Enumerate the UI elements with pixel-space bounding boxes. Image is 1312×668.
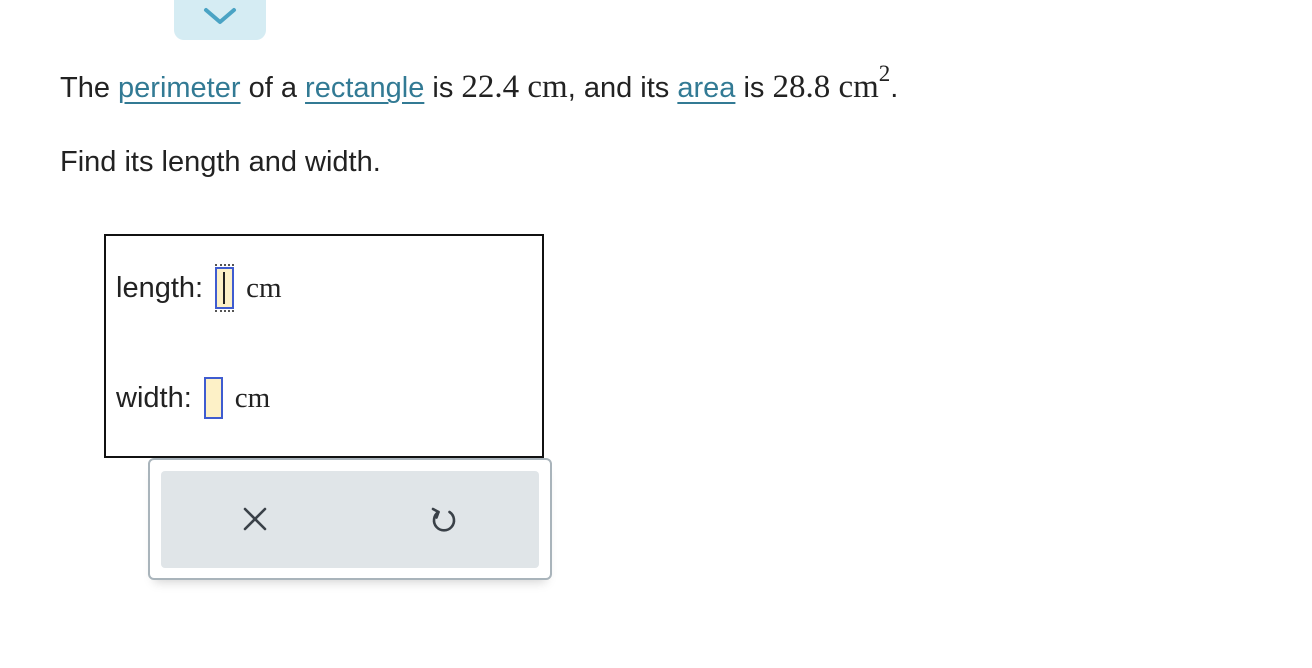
problem-text: of a — [240, 72, 306, 104]
length-row: length: cm — [116, 263, 282, 313]
collapse-toggle-button[interactable] — [174, 0, 266, 40]
width-input[interactable] — [203, 377, 223, 419]
area-number: 28.8 cm — [772, 69, 879, 105]
rectangle-link[interactable]: rectangle — [305, 72, 424, 104]
length-unit: cm — [246, 271, 282, 304]
length-label: length: — [116, 271, 204, 304]
width-unit: cm — [234, 381, 271, 414]
problem-period: . — [890, 72, 899, 104]
area-exponent: 2 — [878, 61, 891, 86]
area-value: 28.8 cm2 — [772, 62, 890, 105]
width-label: width: — [116, 381, 192, 414]
answer-box: length: cm width: cm — [104, 234, 544, 458]
problem-text: , and its — [567, 72, 678, 104]
reset-button[interactable] — [424, 501, 464, 541]
undo-icon — [428, 503, 460, 540]
problem-text: is — [424, 72, 462, 104]
problem-statement: The perimeter of a rectangle is 22.4 cm,… — [60, 62, 898, 113]
area-link[interactable]: area — [677, 72, 735, 104]
perimeter-link[interactable]: perimeter — [118, 72, 241, 104]
width-row: width: cm — [116, 373, 270, 423]
chevron-down-icon — [202, 6, 238, 26]
problem-text: is — [735, 72, 773, 104]
answer-tools-bar — [161, 471, 539, 568]
close-icon — [241, 505, 269, 538]
clear-button[interactable] — [235, 501, 275, 541]
answer-tools-panel — [148, 458, 552, 580]
instruction-text: Find its length and width. — [60, 146, 381, 178]
perimeter-value: 22.4 cm — [461, 69, 568, 105]
length-input[interactable] — [215, 264, 235, 312]
problem-text: The — [60, 72, 119, 104]
